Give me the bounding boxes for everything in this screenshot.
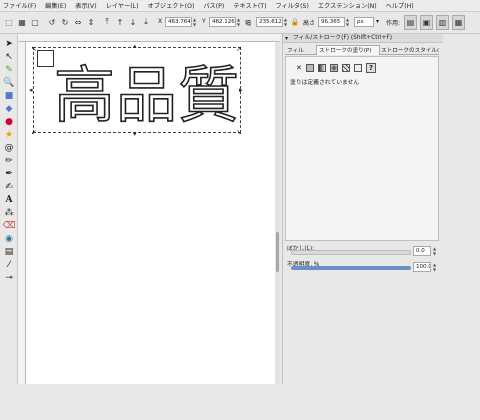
- node-tool-icon[interactable]: ↖: [3, 51, 15, 63]
- menu-layer[interactable]: レイヤー(L): [106, 1, 139, 10]
- eraser-tool-icon[interactable]: ⌫: [3, 220, 16, 232]
- connector-tool-icon[interactable]: ⊸: [3, 272, 15, 284]
- tab-fill[interactable]: フィル: [287, 46, 317, 55]
- ellipse-tool-icon[interactable]: ●: [3, 116, 15, 128]
- scale-handle-icon[interactable]: ↗: [236, 45, 242, 53]
- collapse-icon[interactable]: ▾: [285, 35, 288, 42]
- star-tool-icon[interactable]: ★: [3, 129, 15, 141]
- x-spinner[interactable]: ▲ ▼: [192, 17, 197, 27]
- menu-bar: ファイル(F) 編集(E) 表示(V) レイヤー(L) オブジェクト(O) パス…: [0, 0, 480, 12]
- chevron-down-icon[interactable]: ▾: [376, 18, 379, 25]
- move-gradients-icon[interactable]: ▥: [436, 15, 449, 30]
- menu-text[interactable]: テキスト(T): [233, 1, 266, 10]
- drawing-canvas[interactable]: ↖ ↗ ↙ ↘ ◂ ▸ ▴ ▾ 高品質: [26, 42, 275, 384]
- opacity-field[interactable]: 100.0: [413, 262, 431, 272]
- scale-corners-icon[interactable]: ▣: [420, 15, 433, 30]
- toolbox: ➤ ↖ ✎ 🔍 ■ ◆ ● ★ @ ✏ ✒ ✍ A ⁂ ⌫ ◉ ▤ ⁄ ⊸: [0, 34, 18, 384]
- vertical-ruler[interactable]: [18, 42, 26, 384]
- pattern-icon[interactable]: [342, 64, 350, 72]
- scale-handle-icon[interactable]: ↖: [31, 45, 37, 53]
- rotate-ccw-icon[interactable]: ↺: [46, 16, 58, 28]
- flip-vertical-icon[interactable]: ⇕: [85, 16, 97, 28]
- raise-to-top-icon[interactable]: ⤒: [101, 16, 113, 28]
- affect-label: 作用:: [386, 20, 401, 27]
- gradient-tool-icon[interactable]: ▤: [3, 246, 15, 258]
- opacity-spinner[interactable]: ▲ ▼: [432, 262, 437, 272]
- pencil-tool-icon[interactable]: ✏: [3, 155, 15, 167]
- x-field[interactable]: 463.764: [165, 17, 192, 27]
- select-all-icon[interactable]: ⬚: [3, 16, 15, 28]
- selector-tool-icon[interactable]: ➤: [3, 38, 15, 50]
- height-field[interactable]: 96.365: [318, 17, 345, 27]
- scale-stroke-icon[interactable]: ▤: [404, 15, 417, 30]
- menu-view[interactable]: 表示(V): [75, 1, 96, 10]
- width-label: 幅: [245, 20, 252, 27]
- spiral-tool-icon[interactable]: @: [3, 142, 15, 154]
- menu-file[interactable]: ファイル(F): [3, 1, 36, 10]
- scrollbar-thumb[interactable]: [276, 232, 279, 272]
- tweak-tool-icon[interactable]: ✎: [3, 64, 15, 76]
- dropper-tool-icon[interactable]: ⁄: [3, 259, 15, 271]
- blur-spinner[interactable]: ▲ ▼: [432, 246, 437, 256]
- height-label: 高さ: [303, 20, 316, 27]
- pen-tool-icon[interactable]: ✒: [3, 168, 15, 180]
- menu-edit[interactable]: 編集(E): [45, 1, 66, 10]
- blur-field[interactable]: 0.0: [413, 246, 431, 256]
- raise-icon[interactable]: ↑: [114, 16, 126, 28]
- height-spinner[interactable]: ▲ ▼: [345, 17, 350, 27]
- select-all-layers-icon[interactable]: ▦: [16, 16, 28, 28]
- horizontal-ruler[interactable]: [18, 34, 280, 42]
- y-label: Y: [202, 18, 206, 25]
- menu-path[interactable]: パス(P): [203, 1, 224, 10]
- menu-extensions[interactable]: エクステンション(N): [318, 1, 377, 10]
- lower-icon[interactable]: ↓: [127, 16, 139, 28]
- box3d-tool-icon[interactable]: ◆: [3, 103, 15, 115]
- vertical-scrollbar[interactable]: [275, 42, 280, 384]
- deselect-icon[interactable]: ▢: [29, 16, 41, 28]
- x-label: X: [158, 18, 163, 25]
- calligraphy-tool-icon[interactable]: ✍: [3, 181, 15, 193]
- canvas-text[interactable]: 高品質: [53, 59, 244, 133]
- page-corner-square: [37, 50, 54, 67]
- menu-filters[interactable]: フィルタ(S): [275, 1, 308, 10]
- width-spinner[interactable]: ▲ ▼: [283, 17, 288, 27]
- fill-stroke-tabs: フィル ストロークの塗り(P) ストロークのスタイル(Y): [285, 45, 439, 55]
- lower-to-bottom-icon[interactable]: ⤓: [140, 16, 152, 28]
- y-field[interactable]: 482.126: [209, 17, 236, 27]
- dock-panel: フィル/ストローク(F) (Shift+Ctrl+F) ▾ フィル ストロークの…: [282, 34, 443, 384]
- spray-tool-icon[interactable]: ⁂: [3, 207, 15, 219]
- y-spinner[interactable]: ▲ ▼: [236, 17, 241, 27]
- menu-help[interactable]: ヘルプ(H): [386, 1, 414, 10]
- width-field[interactable]: 235.612: [256, 17, 283, 27]
- flip-horizontal-icon[interactable]: ⇔: [72, 16, 84, 28]
- bucket-tool-icon[interactable]: ◉: [3, 233, 15, 245]
- no-paint-message: 塗りは定義されていません: [290, 80, 360, 86]
- scale-handle-icon[interactable]: ↙: [31, 128, 37, 136]
- move-patterns-icon[interactable]: ▦: [452, 15, 465, 30]
- rectangle-tool-icon[interactable]: ■: [3, 90, 15, 102]
- linear-gradient-icon[interactable]: [318, 64, 326, 72]
- tab-stroke-paint[interactable]: ストロークの塗り(P): [316, 45, 380, 55]
- scale-handle-icon[interactable]: ◂: [29, 86, 33, 94]
- blur-slider[interactable]: [291, 250, 411, 255]
- text-tool-icon[interactable]: A: [3, 194, 15, 206]
- flat-color-icon[interactable]: [306, 64, 314, 72]
- stroke-paint-area: ✕ ? 塗りは定義されていません: [285, 56, 439, 241]
- lock-ratio-icon[interactable]: 🔒: [290, 17, 300, 27]
- unset-paint-icon[interactable]: ?: [366, 63, 376, 73]
- scale-handle-icon[interactable]: ▴: [133, 42, 137, 50]
- no-paint-icon[interactable]: ✕: [296, 64, 302, 72]
- radial-gradient-icon[interactable]: [330, 64, 338, 72]
- fill-stroke-title[interactable]: フィル/ストローク(F) (Shift+Ctrl+F): [283, 34, 443, 43]
- tab-stroke-style[interactable]: ストロークのスタイル(Y): [381, 46, 439, 55]
- unit-select[interactable]: px: [354, 17, 374, 27]
- zoom-tool-icon[interactable]: 🔍: [3, 77, 15, 89]
- swatch-icon[interactable]: [354, 64, 362, 72]
- tool-controls-bar: ⬚ ▦ ▢ ↺ ↻ ⇔ ⇕ ⤒ ↑ ↓ ⤓ X 463.764 ▲ ▼ Y 482…: [0, 12, 480, 34]
- rotate-cw-icon[interactable]: ↻: [59, 16, 71, 28]
- menu-object[interactable]: オブジェクト(O): [148, 1, 195, 10]
- opacity-slider[interactable]: [291, 266, 411, 270]
